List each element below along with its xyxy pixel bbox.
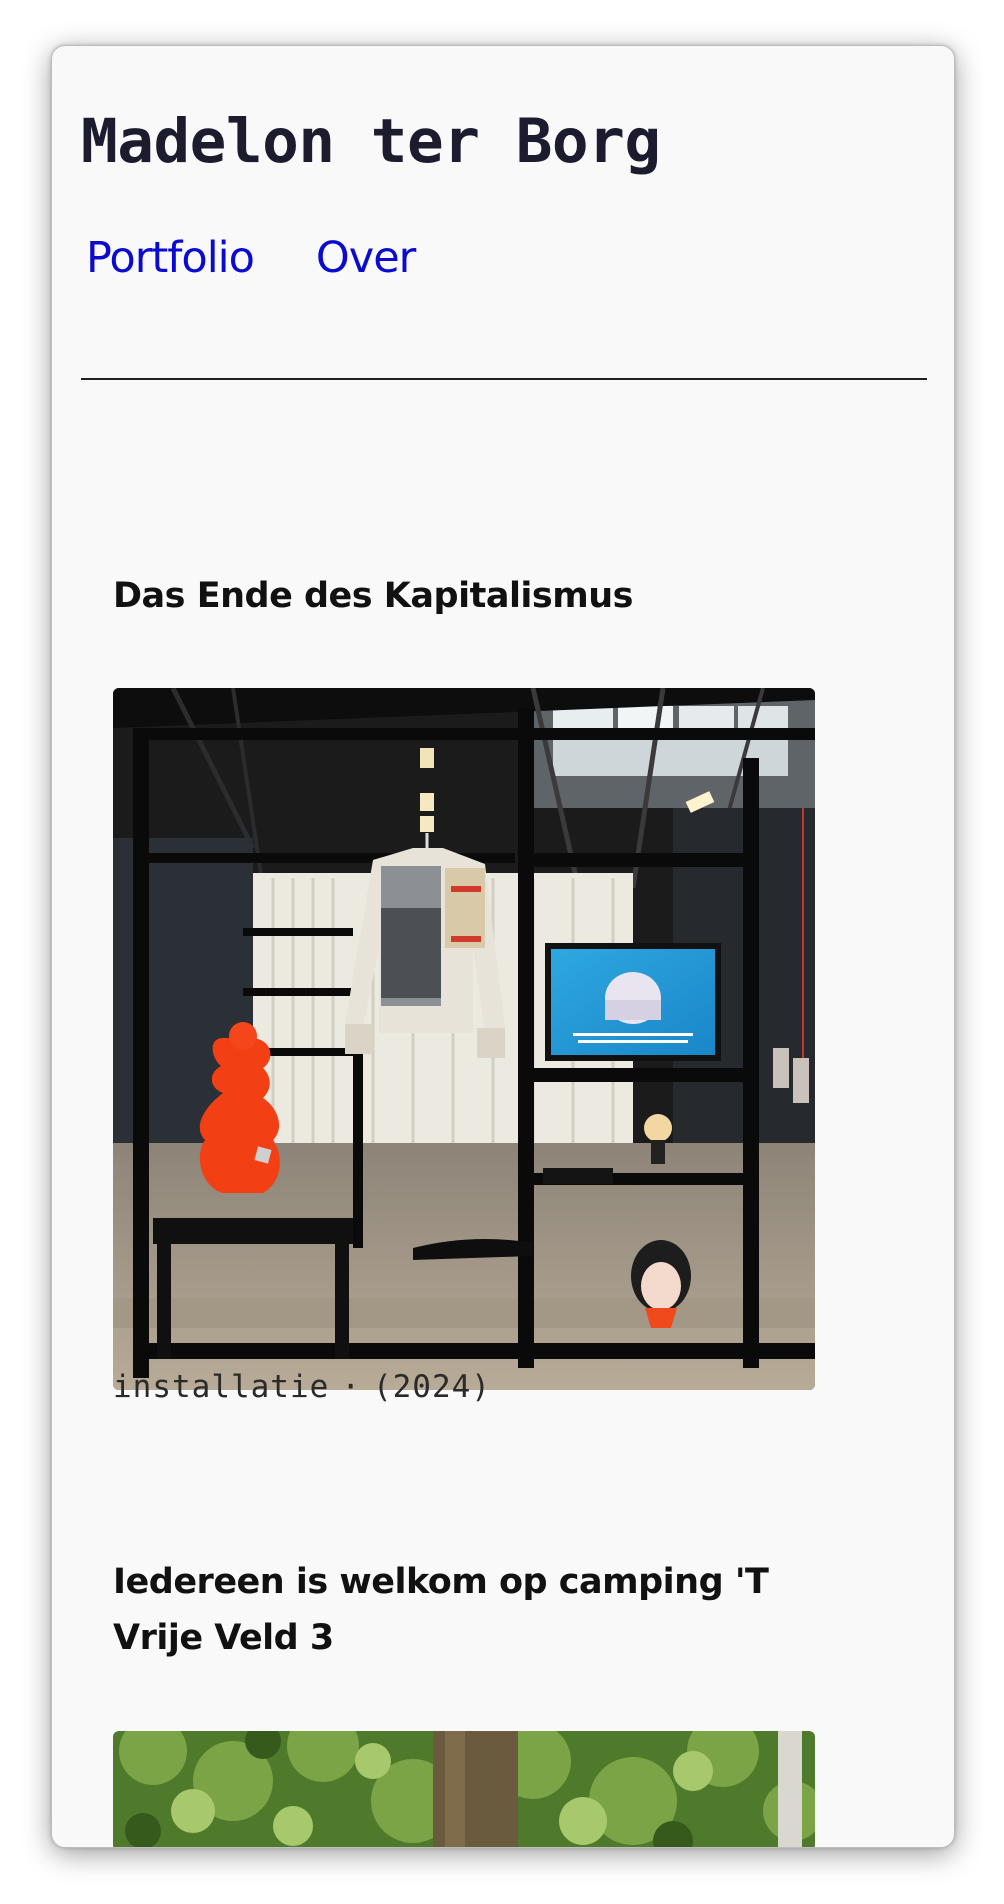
nav-link-over[interactable]: Over (316, 233, 416, 283)
work-title[interactable]: Das Ende des Kapitalismus (113, 568, 833, 624)
site-title[interactable]: Madelon ter Borg (81, 106, 661, 177)
installation-photo (113, 688, 815, 1390)
work-image[interactable] (113, 688, 815, 1390)
forest-photo (113, 1731, 815, 1847)
header-divider (81, 378, 927, 380)
work-medium: installatie (113, 1369, 330, 1405)
work-title[interactable]: Iedereen is welkom op camping 'T Vrije V… (113, 1554, 833, 1666)
nav-link-portfolio[interactable]: Portfolio (86, 233, 255, 283)
work-image[interactable] (113, 1731, 815, 1847)
work-caption: installatie · (2024) (113, 1369, 491, 1405)
browser-viewport: Madelon ter Borg Portfolio Over Das Ende… (51, 45, 955, 1848)
main-nav: Portfolio Over (86, 233, 416, 283)
caption-separator: · (341, 1369, 361, 1405)
work-year: (2024) (372, 1369, 491, 1405)
